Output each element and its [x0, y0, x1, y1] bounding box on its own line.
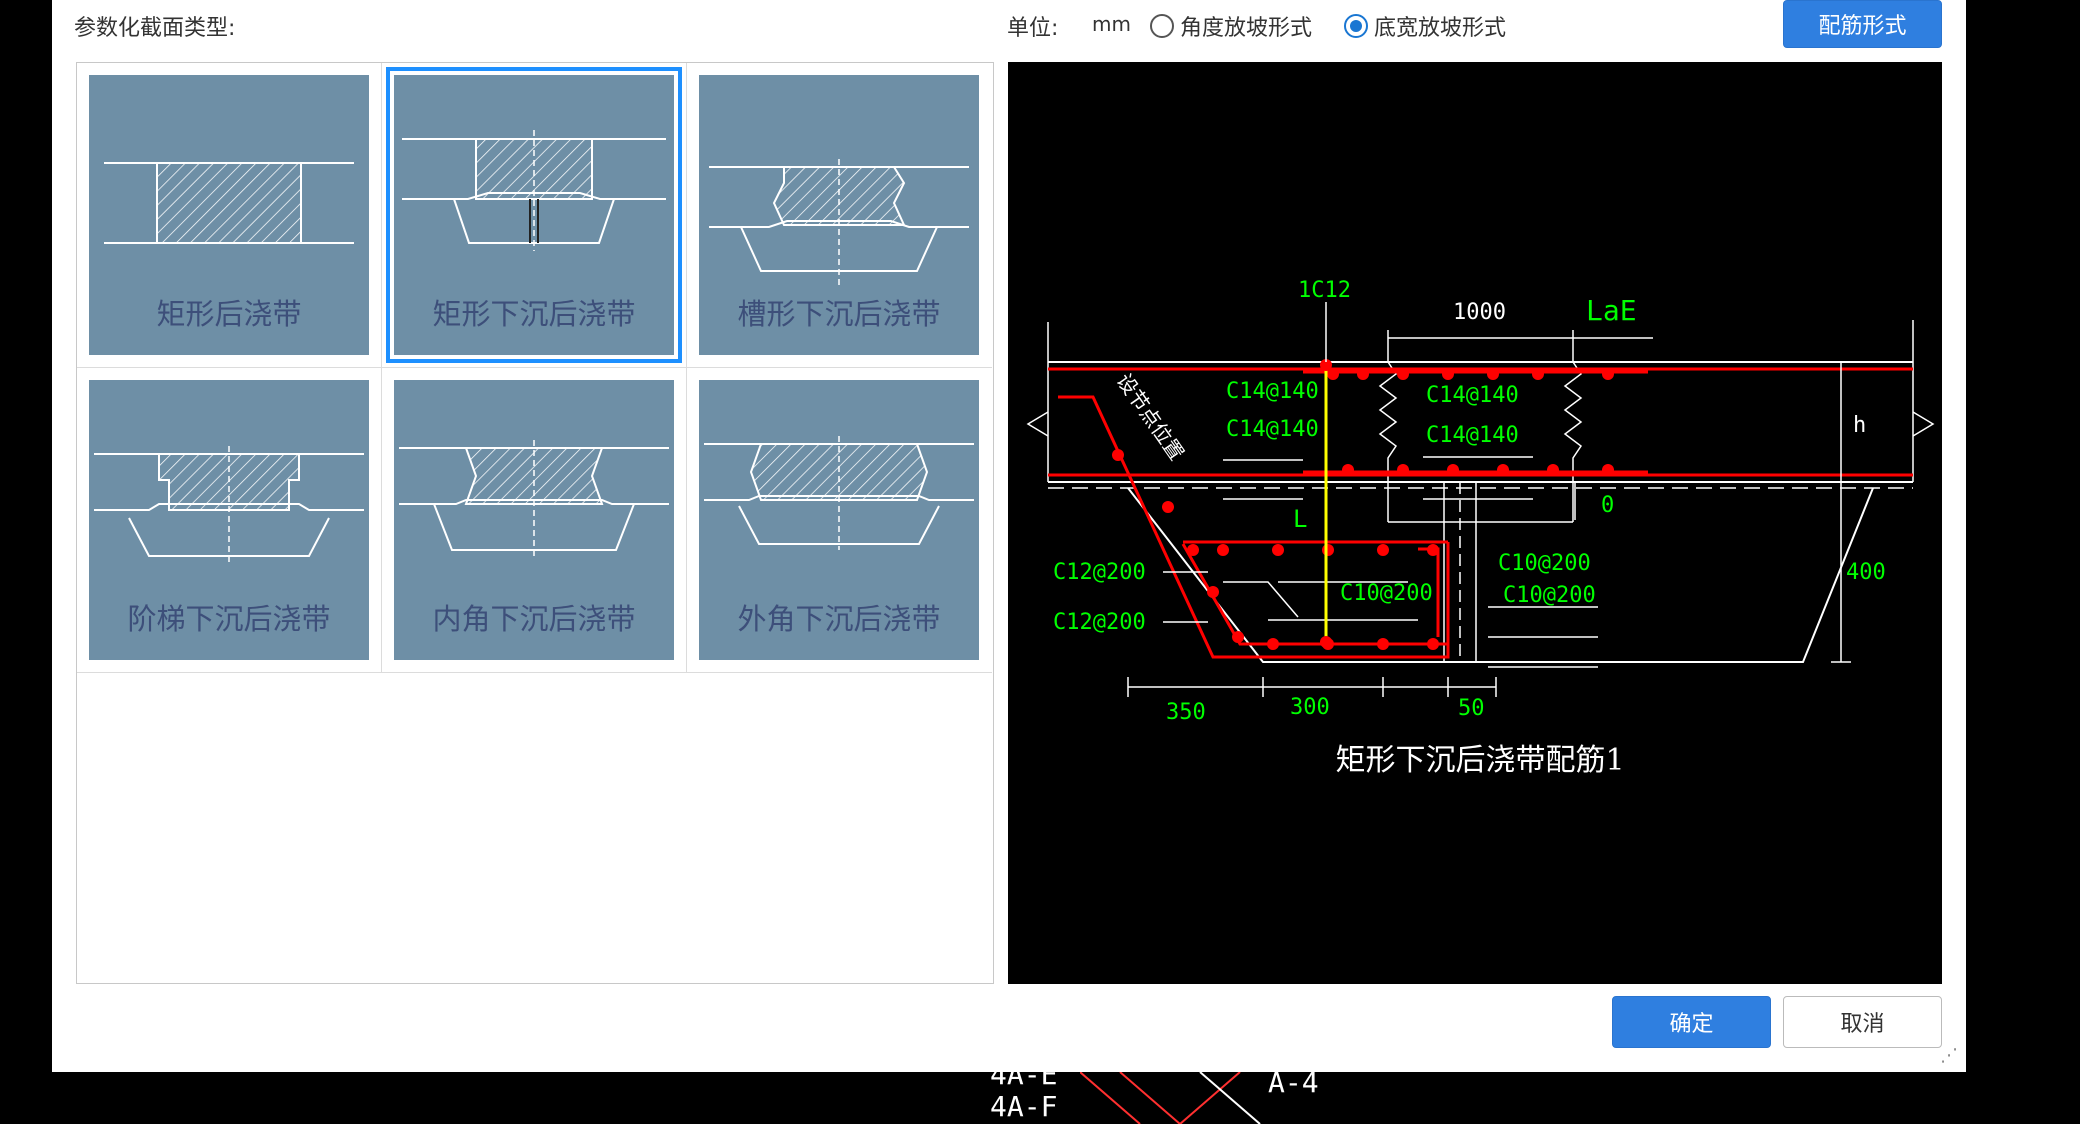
section-tile-step-sunken[interactable]: 阶梯下沉后浇带 — [77, 368, 382, 673]
section-dialog: 参数化截面类型: 单位: mm 角度放坡形式 底宽放坡形式 配筋形式 矩形后浇带… — [52, 0, 1966, 1072]
tile-label: 槽形下沉后浇带 — [737, 297, 941, 331]
label-c14-d: C14@140 — [1426, 423, 1519, 448]
bg-cad-text-b: 4A-F — [990, 1090, 1058, 1123]
label-c12-a: C12@200 — [1053, 560, 1146, 585]
label-l: L — [1293, 505, 1307, 533]
label-c14-a: C14@140 — [1226, 379, 1319, 404]
tile-label: 矩形下沉后浇带 — [432, 297, 636, 331]
label-top-bar: 1C12 — [1298, 278, 1351, 303]
label-c10-b: C10@200 — [1340, 581, 1433, 606]
label-c10-c: C10@200 — [1503, 583, 1596, 608]
label-dim-350: 350 — [1166, 700, 1206, 725]
bg-cad-lines — [1080, 1072, 1261, 1124]
label-c14-c: C14@140 — [1226, 417, 1319, 442]
section-preview-canvas: 1C12 1000 LaE C14@140 C14@140 C14@140 C1… — [1008, 62, 1942, 984]
label-c12-b: C12@200 — [1053, 610, 1146, 635]
tile-label: 矩形后浇带 — [156, 297, 302, 331]
section-type-label: 参数化截面类型: — [74, 16, 236, 41]
unit-value: mm — [1092, 12, 1131, 36]
rebar-form-button[interactable]: 配筋形式 — [1783, 0, 1942, 48]
cancel-button[interactable]: 取消 — [1783, 996, 1942, 1048]
label-dim-50: 50 — [1458, 696, 1485, 721]
label-dim-400: 400 — [1846, 560, 1886, 585]
angle-slope-radio[interactable]: 角度放坡形式 — [1150, 10, 1312, 42]
label-lae: LaE — [1586, 294, 1637, 327]
label-zero: 0 — [1601, 493, 1614, 518]
section-tile-inner-corner-sunken[interactable]: 内角下沉后浇带 — [382, 368, 687, 673]
label-c10-a: C10@200 — [1498, 551, 1591, 576]
section-tile-rect[interactable]: 矩形后浇带 — [77, 63, 382, 368]
bottom-width-slope-label: 底宽放坡形式 — [1374, 16, 1507, 41]
preview-title: 矩形下沉后浇带配筋1 — [1335, 743, 1624, 778]
radio-checked-icon — [1344, 14, 1368, 38]
tile-label: 外角下沉后浇带 — [737, 602, 941, 636]
section-tile-rect-sunken[interactable]: 矩形下沉后浇带 — [382, 63, 687, 368]
section-tile-channel-sunken[interactable]: 槽形下沉后浇带 — [687, 63, 992, 368]
rebar-detail-drawing: 1C12 1000 LaE C14@140 C14@140 C14@140 C1… — [1026, 278, 1935, 778]
label-h: h — [1853, 413, 1866, 438]
section-tile-outer-corner-sunken[interactable]: 外角下沉后浇带 — [687, 368, 992, 673]
unit-label: 单位: — [1007, 16, 1059, 41]
tile-label: 阶梯下沉后浇带 — [127, 602, 331, 636]
ok-button[interactable]: 确定 — [1612, 996, 1771, 1048]
label-setpoint: 设节点位置 — [1112, 369, 1189, 465]
resize-grip-icon[interactable]: ⋰ — [1940, 1045, 1958, 1066]
section-type-gallery: 矩形后浇带 矩形下沉后浇带 槽形下沉后浇带 阶梯下沉后浇带 内角下沉后浇带 外角… — [76, 62, 994, 984]
bg-cad-text-a: 4A-E — [990, 1058, 1058, 1091]
label-c14-b: C14@140 — [1426, 383, 1519, 408]
angle-slope-label: 角度放坡形式 — [1180, 16, 1313, 41]
label-dim-300: 300 — [1290, 695, 1330, 720]
label-dim-1000: 1000 — [1453, 300, 1506, 325]
bottom-width-slope-radio[interactable]: 底宽放坡形式 — [1344, 10, 1506, 42]
radio-unchecked-icon — [1150, 14, 1174, 38]
tile-label: 内角下沉后浇带 — [432, 602, 636, 636]
